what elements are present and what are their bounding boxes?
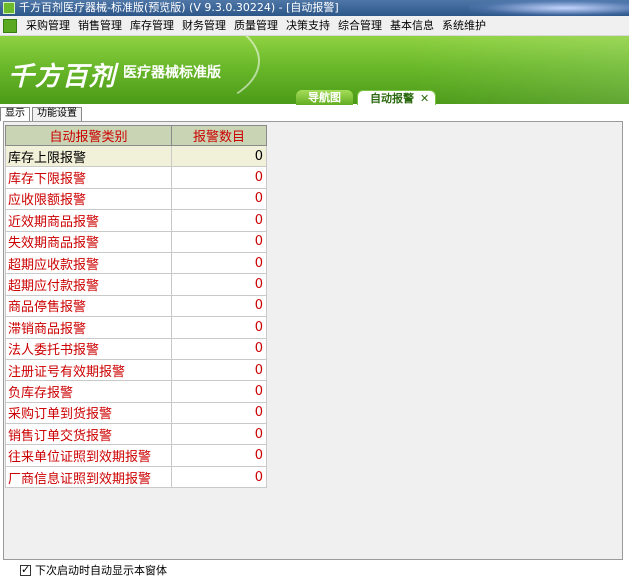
row-count: 0	[171, 230, 267, 253]
alarm-table: 自动报警类别 报警数目 库存上限报警 0 库存下限报警 0 应收限额报警 0 近效期商…	[5, 125, 267, 489]
row-category: 厂商信息证照到效期报警	[5, 465, 172, 489]
menu-decision[interactable]: 决策支持	[282, 16, 334, 36]
table-row[interactable]: 商品停售报警 0	[5, 294, 267, 318]
row-category: 滞销商品报警	[5, 316, 172, 339]
table-row[interactable]: 库存上限报警 0	[5, 144, 267, 168]
table-row[interactable]: 超期应付款报警 0	[5, 273, 267, 296]
menu-purchase[interactable]: 采购管理	[22, 16, 74, 36]
menu-quality[interactable]: 质量管理	[230, 16, 282, 36]
menu-sales[interactable]: 销售管理	[74, 16, 126, 36]
row-count: 0	[171, 209, 267, 232]
menu-finance[interactable]: 财务管理	[178, 16, 230, 36]
main-tabs: 导航图 自动报警 ✕	[296, 90, 440, 105]
table-row[interactable]: 往来单位证照到效期报警 0	[5, 444, 267, 467]
row-count: 0	[171, 444, 267, 467]
row-count: 0	[171, 380, 267, 403]
row-category: 超期应收款报警	[5, 251, 172, 275]
close-icon[interactable]: ✕	[420, 91, 429, 106]
header-count[interactable]: 报警数目	[171, 125, 267, 146]
table-row[interactable]: 滞销商品报警 0	[5, 316, 267, 339]
row-category: 注册证号有效期报警	[5, 358, 172, 382]
window-title: 千方百剂医疗器械-标准版(预览版) (V 9.3.0.30224) - [自动报…	[19, 1, 339, 14]
table-row[interactable]: 库存下限报警 0	[5, 166, 267, 189]
row-count: 0	[171, 273, 267, 296]
title-bar: 千方百剂医疗器械-标准版(预览版) (V 9.3.0.30224) - [自动报…	[0, 0, 629, 16]
auto-show-checkbox[interactable]	[20, 563, 31, 576]
row-category: 应收限额报警	[5, 187, 172, 211]
sub-tabs: 显示 功能设置	[0, 107, 84, 121]
table-row[interactable]: 负库存报警 0	[5, 380, 267, 403]
table-row[interactable]: 失效期商品报警 0	[5, 230, 267, 253]
row-count: 0	[171, 294, 267, 318]
table-row[interactable]: 采购订单到货报警 0	[5, 401, 267, 425]
row-count: 0	[171, 358, 267, 382]
table-row[interactable]: 厂商信息证照到效期报警 0	[5, 465, 267, 489]
app-icon	[3, 2, 15, 14]
subtab-settings[interactable]: 功能设置	[32, 107, 82, 121]
table-row[interactable]: 近效期商品报警 0	[5, 209, 267, 232]
title-glow	[469, 0, 629, 16]
footer: 下次启动时自动显示本窗体	[20, 563, 167, 577]
row-category: 库存下限报警	[5, 166, 172, 189]
auto-show-label[interactable]: 下次启动时自动显示本窗体	[35, 562, 167, 578]
tab-navigation[interactable]: 导航图	[296, 90, 353, 105]
row-count: 0	[171, 144, 267, 168]
row-category: 采购订单到货报警	[5, 401, 172, 425]
tab-auto-alarm-label: 自动报警	[370, 92, 414, 105]
row-count: 0	[171, 166, 267, 189]
row-category: 商品停售报警	[5, 294, 172, 318]
row-category: 法人委托书报警	[5, 337, 172, 360]
table-row[interactable]: 销售订单交货报警 0	[5, 423, 267, 446]
header-category[interactable]: 自动报警类别	[5, 125, 172, 146]
row-count: 0	[171, 251, 267, 275]
row-category: 近效期商品报警	[5, 209, 172, 232]
menu-general[interactable]: 综合管理	[334, 16, 386, 36]
row-count: 0	[171, 316, 267, 339]
row-category: 失效期商品报警	[5, 230, 172, 253]
table-row[interactable]: 法人委托书报警 0	[5, 337, 267, 360]
table-row[interactable]: 应收限额报警 0	[5, 187, 267, 211]
row-category: 销售订单交货报警	[5, 423, 172, 446]
product-name: 医疗器械标准版	[123, 65, 221, 81]
row-category: 往来单位证照到效期报警	[5, 444, 172, 467]
tab-auto-alarm[interactable]: 自动报警 ✕	[357, 90, 437, 106]
row-count: 0	[171, 401, 267, 425]
row-category: 库存上限报警	[5, 144, 172, 168]
row-count: 0	[171, 423, 267, 446]
table-row[interactable]: 超期应收款报警 0	[5, 251, 267, 275]
menu-app-icon[interactable]	[3, 19, 17, 33]
row-category: 负库存报警	[5, 380, 172, 403]
menu-system[interactable]: 系统维护	[438, 16, 490, 36]
banner-shine	[409, 36, 629, 104]
menu-bar: 采购管理 销售管理 库存管理 财务管理 质量管理 决策支持 综合管理 基本信息 …	[0, 16, 629, 36]
table-row[interactable]: 注册证号有效期报警 0	[5, 358, 267, 382]
row-count: 0	[171, 465, 267, 489]
row-count: 0	[171, 337, 267, 360]
alarm-panel: 自动报警类别 报警数目 库存上限报警 0 库存下限报警 0 应收限额报警 0 近效期商…	[3, 121, 623, 560]
menu-basic-info[interactable]: 基本信息	[386, 16, 438, 36]
row-count: 0	[171, 187, 267, 211]
menu-inventory[interactable]: 库存管理	[126, 16, 178, 36]
logo: 千方百剂	[8, 62, 117, 92]
subtab-display[interactable]: 显示	[0, 107, 30, 121]
row-category: 超期应付款报警	[5, 273, 172, 296]
table-header: 自动报警类别 报警数目	[5, 125, 267, 146]
